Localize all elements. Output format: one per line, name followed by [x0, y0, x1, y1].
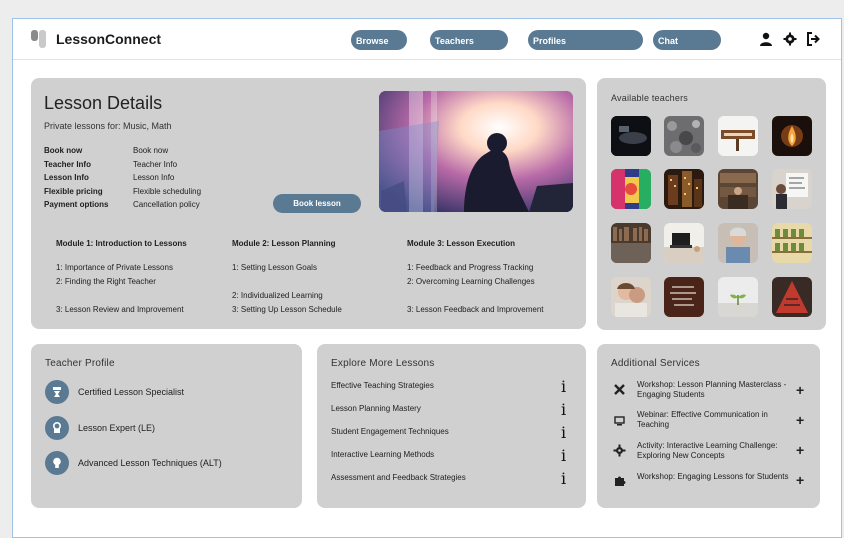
lesson-title: Lesson Details	[44, 93, 163, 113]
lesson-hero-image	[379, 91, 573, 212]
nav-profiles-button[interactable]: Profiles	[528, 30, 643, 50]
nav-teachers-button[interactable]: Teachers	[430, 30, 508, 50]
teacher-thumb-graffiti[interactable]	[611, 169, 651, 209]
teacher-thumb-bookshelf[interactable]	[611, 223, 651, 263]
explore-item[interactable]: Interactive Learning Methods	[331, 450, 434, 459]
teacher-thumb-shelf-jars[interactable]	[772, 223, 812, 263]
service-item-label[interactable]: Activity: Interactive Learning Challenge…	[637, 441, 787, 461]
book-lesson-button[interactable]: Book lesson	[273, 194, 361, 213]
lesson-details-card: Lesson Details Private lessons for: Musi…	[31, 78, 586, 329]
module-item[interactable]: 1: Feedback and Progress Tracking	[407, 263, 533, 272]
gear-icon[interactable]	[783, 32, 797, 46]
profile-item-label[interactable]: Lesson Expert (LE)	[78, 423, 155, 433]
detail-key: Book now	[44, 146, 83, 155]
profile-title: Teacher Profile	[45, 358, 115, 369]
service-item-label[interactable]: Workshop: Lesson Planning Masterclass - …	[637, 380, 792, 400]
detail-value[interactable]: Flexible scheduling	[133, 187, 201, 196]
nav-browse-button[interactable]: Browse	[351, 30, 407, 50]
info-icon[interactable]: i	[561, 446, 566, 465]
detail-value[interactable]: Teacher Info	[133, 160, 177, 169]
teacher-thumb-pebbles[interactable]	[664, 116, 704, 156]
teacher-thumb-laptop-desk[interactable]	[664, 223, 704, 263]
info-icon[interactable]: i	[561, 400, 566, 419]
teacher-thumb-library[interactable]	[718, 169, 758, 209]
info-icon[interactable]: i	[561, 423, 566, 442]
teacher-thumb-red-sign[interactable]	[772, 277, 812, 317]
detail-value[interactable]: Lesson Info	[133, 173, 174, 182]
lightbulb-icon	[45, 451, 69, 475]
explore-lessons-card: Explore More Lessons Effective Teaching …	[317, 344, 586, 508]
award-icon	[45, 416, 69, 440]
profile-item-label[interactable]: Advanced Lesson Techniques (ALT)	[78, 458, 222, 468]
module-item[interactable]: 3: Lesson Feedback and Improvement	[407, 305, 544, 314]
explore-title: Explore More Lessons	[331, 358, 435, 369]
services-title: Additional Services	[611, 358, 700, 369]
add-service-button[interactable]: +	[796, 412, 804, 428]
module-title: Module 3: Lesson Execution	[407, 239, 516, 248]
add-service-button[interactable]: +	[796, 472, 804, 488]
module-item[interactable]: 3: Lesson Review and Improvement	[56, 305, 184, 314]
teacher-thumb-candle[interactable]	[772, 116, 812, 156]
module-item[interactable]: 1: Importance of Private Lessons	[56, 263, 173, 272]
service-item-label[interactable]: Webinar: Effective Communication in Teac…	[637, 410, 787, 430]
teacher-thumb-city-night[interactable]	[664, 169, 704, 209]
explore-item[interactable]: Student Engagement Techniques	[331, 427, 449, 436]
explore-item[interactable]: Assessment and Feedback Strategies	[331, 473, 466, 482]
detail-key: Teacher Info	[44, 160, 91, 169]
additional-services-card: Additional Services Workshop: Lesson Pla…	[597, 344, 820, 508]
logo-icon	[31, 30, 47, 48]
module-title: Module 2: Lesson Planning	[232, 239, 336, 248]
teacher-thumb-hug[interactable]	[611, 277, 651, 317]
detail-key: Payment options	[44, 200, 109, 209]
available-teachers-card: Available teachers	[597, 78, 826, 330]
add-service-button[interactable]: +	[796, 382, 804, 398]
screen-icon	[613, 414, 626, 427]
explore-item[interactable]: Effective Teaching Strategies	[331, 381, 434, 390]
teacher-thumb-whiteboard[interactable]	[772, 169, 812, 209]
tools-icon	[613, 383, 626, 396]
user-icon[interactable]	[759, 32, 773, 46]
detail-key: Lesson Info	[44, 173, 89, 182]
teacher-thumb-sprout[interactable]	[718, 277, 758, 317]
teacher-thumb-chalk-text[interactable]	[664, 277, 704, 317]
module-item[interactable]: 2: Finding the Right Teacher	[56, 277, 156, 286]
module-item[interactable]: 3: Setting Up Lesson Schedule	[232, 305, 342, 314]
teacher-thumb-dark-desk[interactable]	[611, 116, 651, 156]
top-bar: LessonConnect Browse Teachers Profiles C…	[13, 19, 841, 60]
module-item[interactable]: 2: Overcoming Learning Challenges	[407, 277, 535, 286]
teacher-profile-card: Teacher Profile Certified Lesson Special…	[31, 344, 302, 508]
lesson-subtitle: Private lessons for: Music, Math	[44, 121, 172, 131]
profile-item-label[interactable]: Certified Lesson Specialist	[78, 387, 184, 397]
brand-name: LessonConnect	[56, 31, 162, 47]
explore-item[interactable]: Lesson Planning Mastery	[331, 404, 421, 413]
module-title: Module 1: Introduction to Lessons	[56, 239, 187, 248]
detail-key: Flexible pricing	[44, 187, 103, 196]
gear-icon	[613, 444, 626, 457]
teacher-thumb-sign-board[interactable]	[718, 116, 758, 156]
add-service-button[interactable]: +	[796, 442, 804, 458]
service-item-label[interactable]: Workshop: Engaging Lessons for Students	[637, 472, 789, 481]
logout-icon[interactable]	[806, 32, 820, 46]
teacher-thumb-elder-woman[interactable]	[718, 223, 758, 263]
module-item[interactable]: 1: Setting Lesson Goals	[232, 263, 317, 272]
teachers-title: Available teachers	[611, 93, 688, 103]
info-icon[interactable]: i	[561, 469, 566, 488]
detail-value[interactable]: Cancellation policy	[133, 200, 200, 209]
puzzle-icon	[613, 474, 626, 487]
app-window: LessonConnect Browse Teachers Profiles C…	[12, 18, 842, 538]
info-icon[interactable]: i	[561, 377, 566, 396]
detail-value[interactable]: Book now	[133, 146, 168, 155]
nav-chat-button[interactable]: Chat	[653, 30, 721, 50]
module-item[interactable]: 2: Individualized Learning	[232, 291, 323, 300]
certificate-icon	[45, 380, 69, 404]
